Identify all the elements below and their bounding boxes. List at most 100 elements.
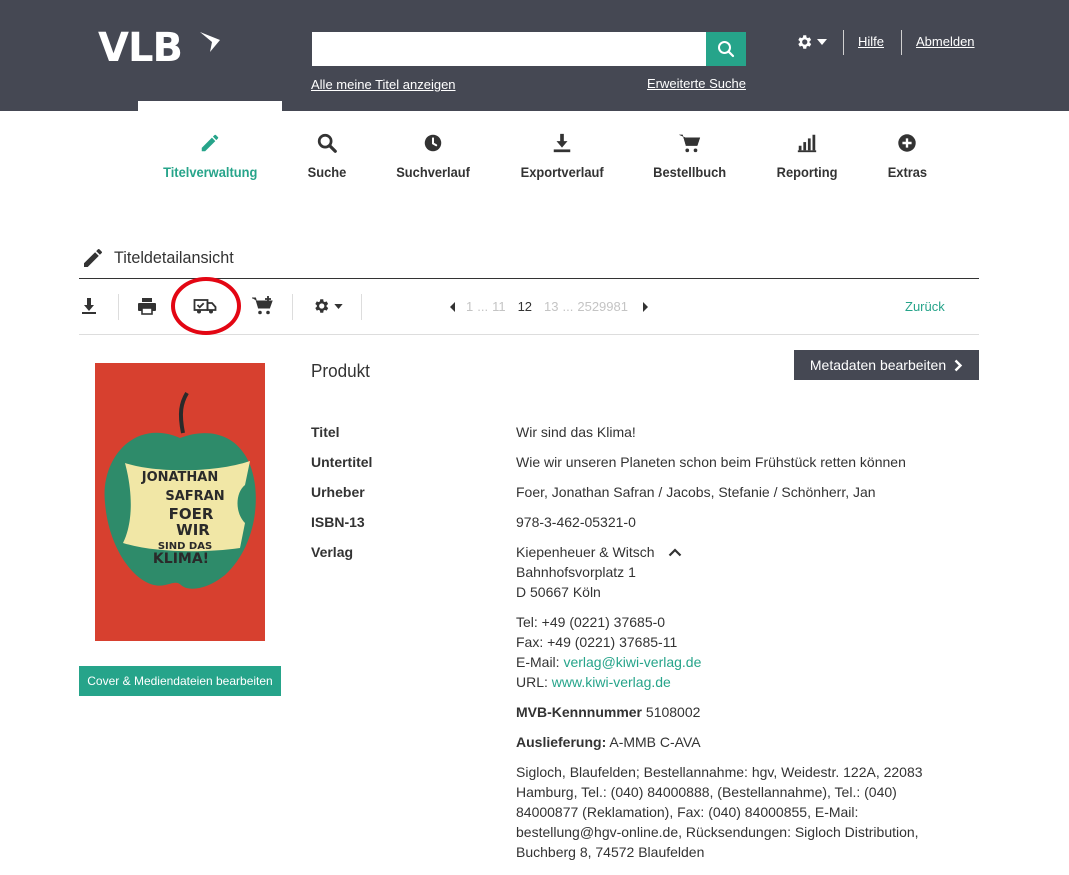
- nav-label: Extras: [887, 164, 927, 180]
- pager-ellipsis: ...: [477, 299, 489, 314]
- delivery-line: Buchberg 8, 74572 Blaufelden: [516, 844, 705, 860]
- logout-link[interactable]: Abmelden: [916, 34, 975, 49]
- search-input[interactable]: [312, 32, 706, 66]
- page-link[interactable]: 2529981: [577, 299, 628, 314]
- svg-text:WIR: WIR: [176, 521, 210, 539]
- nav-label: Suchverlauf: [396, 164, 470, 180]
- toolbar-divider: [361, 294, 362, 320]
- chevron-up-icon[interactable]: [668, 548, 682, 557]
- page-link[interactable]: 1: [466, 299, 473, 314]
- logo-arrow-icon: [200, 32, 220, 52]
- nav-label: Titelverwaltung: [162, 164, 258, 180]
- cover-artwork: JONATHAN SAFRAN FOER WIR SIND DAS KLIMA!: [95, 363, 265, 641]
- cart-add-icon: [252, 296, 273, 315]
- publisher-fax: Fax: +49 (0221) 37685-11: [516, 634, 678, 650]
- publisher-street: Bahnhofsvorplatz 1: [516, 564, 636, 580]
- email-label: E-Mail:: [516, 654, 560, 670]
- nav-label: Bestellbuch: [653, 164, 727, 180]
- pencil-icon: [199, 130, 221, 156]
- nav-titelverwaltung[interactable]: Titelverwaltung: [162, 130, 258, 180]
- header-divider: [843, 30, 844, 55]
- vlb-logo[interactable]: VLB: [98, 28, 183, 68]
- pencil-icon: [81, 246, 105, 275]
- mvb-row: MVB-Kennnummer 5108002: [516, 702, 700, 722]
- delivery-line: bestellung@hgv-online.de, Rücksendungen:…: [516, 824, 919, 840]
- urheber-label: Urheber: [311, 484, 365, 500]
- cart-icon: [678, 130, 702, 156]
- edit-cover-button[interactable]: Cover & Mediendateien bearbeiten: [79, 666, 281, 696]
- export-button[interactable]: [79, 295, 99, 317]
- edit-metadata-label: Metadaten bearbeiten: [809, 357, 947, 373]
- next-arrow-icon[interactable]: [641, 301, 649, 312]
- publisher-name-text: Kiepenheuer & Witsch: [516, 544, 655, 560]
- publisher-name: Kiepenheuer & Witsch: [516, 542, 682, 562]
- nav-extras[interactable]: Extras: [885, 130, 929, 180]
- titel-value: Wir sind das Klima!: [516, 424, 636, 440]
- verlag-label: Verlag: [311, 544, 354, 560]
- pagination: 1 ... 11 12 13 ... 2529981: [449, 299, 649, 314]
- isbn-label: ISBN-13: [311, 514, 365, 530]
- nav-reporting[interactable]: Reporting: [773, 130, 841, 180]
- clock-icon: [422, 130, 444, 156]
- page-title-row: Titeldetailansicht: [79, 244, 979, 279]
- gear-icon: [798, 35, 812, 49]
- mvb-label: MVB-Kennnummer: [516, 704, 643, 720]
- book-cover[interactable]: JONATHAN SAFRAN FOER WIR SIND DAS KLIMA!: [95, 363, 265, 641]
- page-link[interactable]: 11: [492, 299, 506, 314]
- print-icon: [138, 298, 156, 315]
- active-tab-marker: [138, 101, 282, 111]
- bar-chart-icon: [796, 130, 818, 156]
- search-icon: [316, 130, 338, 156]
- toolbar-divider: [292, 294, 293, 320]
- untertitel-label: Untertitel: [311, 454, 373, 470]
- publisher-city: D 50667 Köln: [516, 584, 601, 600]
- download-icon: [551, 130, 573, 156]
- advanced-search-link[interactable]: Erweiterte Suche: [647, 76, 746, 91]
- gear-icon: [314, 299, 328, 313]
- page-title: Titeldetailansicht: [114, 248, 234, 267]
- nav-suche[interactable]: Suche: [301, 130, 353, 180]
- publisher-url-row: URL: www.kiwi-verlag.de: [516, 672, 671, 692]
- auslieferung-value: A-MMB C-AVA: [609, 734, 701, 750]
- add-to-cart-button[interactable]: [251, 295, 275, 317]
- help-link[interactable]: Hilfe: [858, 34, 884, 49]
- nav-bestellbuch[interactable]: Bestellbuch: [650, 130, 730, 180]
- pager-ellipsis: ...: [562, 299, 574, 314]
- download-icon: [82, 298, 96, 314]
- caret-down-icon: [333, 303, 343, 309]
- top-header: VLB Alle meine Titel anzeigen Erweiterte…: [0, 0, 1069, 111]
- page-link[interactable]: 13: [544, 299, 558, 314]
- chevron-right-icon: [954, 359, 963, 371]
- header-divider: [901, 30, 902, 55]
- url-link[interactable]: www.kiwi-verlag.de: [552, 674, 671, 690]
- settings-dropdown[interactable]: [795, 32, 829, 52]
- settings-menu-button[interactable]: [310, 295, 344, 317]
- svg-text:JONATHAN: JONATHAN: [141, 470, 219, 485]
- delivery-line: Sigloch, Blaufelden; Bestellannahme: hgv…: [516, 764, 923, 780]
- email-link[interactable]: verlag@kiwi-verlag.de: [563, 654, 701, 670]
- nav-exportverlauf[interactable]: Exportverlauf: [518, 130, 606, 180]
- back-link[interactable]: Zurück: [905, 299, 945, 314]
- delivery-line: 84000877 (Reklamation), Fax: (040) 84000…: [516, 804, 859, 820]
- print-button[interactable]: [136, 295, 158, 317]
- edit-metadata-button[interactable]: Metadaten bearbeiten: [794, 350, 979, 380]
- auslieferung-row: Auslieferung: A-MMB C-AVA: [516, 732, 701, 752]
- nav-label: Exportverlauf: [520, 164, 604, 180]
- prev-arrow-icon[interactable]: [449, 301, 457, 312]
- search-icon: [718, 41, 735, 58]
- publisher-tel: Tel: +49 (0221) 37685-0: [516, 614, 666, 630]
- caret-down-icon: [817, 39, 827, 45]
- all-titles-link[interactable]: Alle meine Titel anzeigen: [311, 77, 456, 92]
- url-label: URL:: [516, 674, 548, 690]
- product-section-title: Produkt: [311, 361, 370, 381]
- nav-suchverlauf[interactable]: Suchverlauf: [393, 130, 473, 180]
- titel-label: Titel: [311, 424, 340, 440]
- urheber-value: Foer, Jonathan Safran / Jacobs, Stefanie…: [516, 484, 876, 500]
- toolbar-divider: [118, 294, 119, 320]
- search-button[interactable]: [706, 32, 746, 66]
- delivery-line: Hamburg, Tel.: (040) 84000888, (Bestella…: [516, 784, 897, 800]
- mvb-value: 5108002: [645, 704, 701, 720]
- delivery-details: Sigloch, Blaufelden; Bestellannahme: hgv…: [516, 762, 946, 862]
- auslieferung-label: Auslieferung:: [516, 734, 607, 750]
- nav-label: Reporting: [776, 164, 838, 180]
